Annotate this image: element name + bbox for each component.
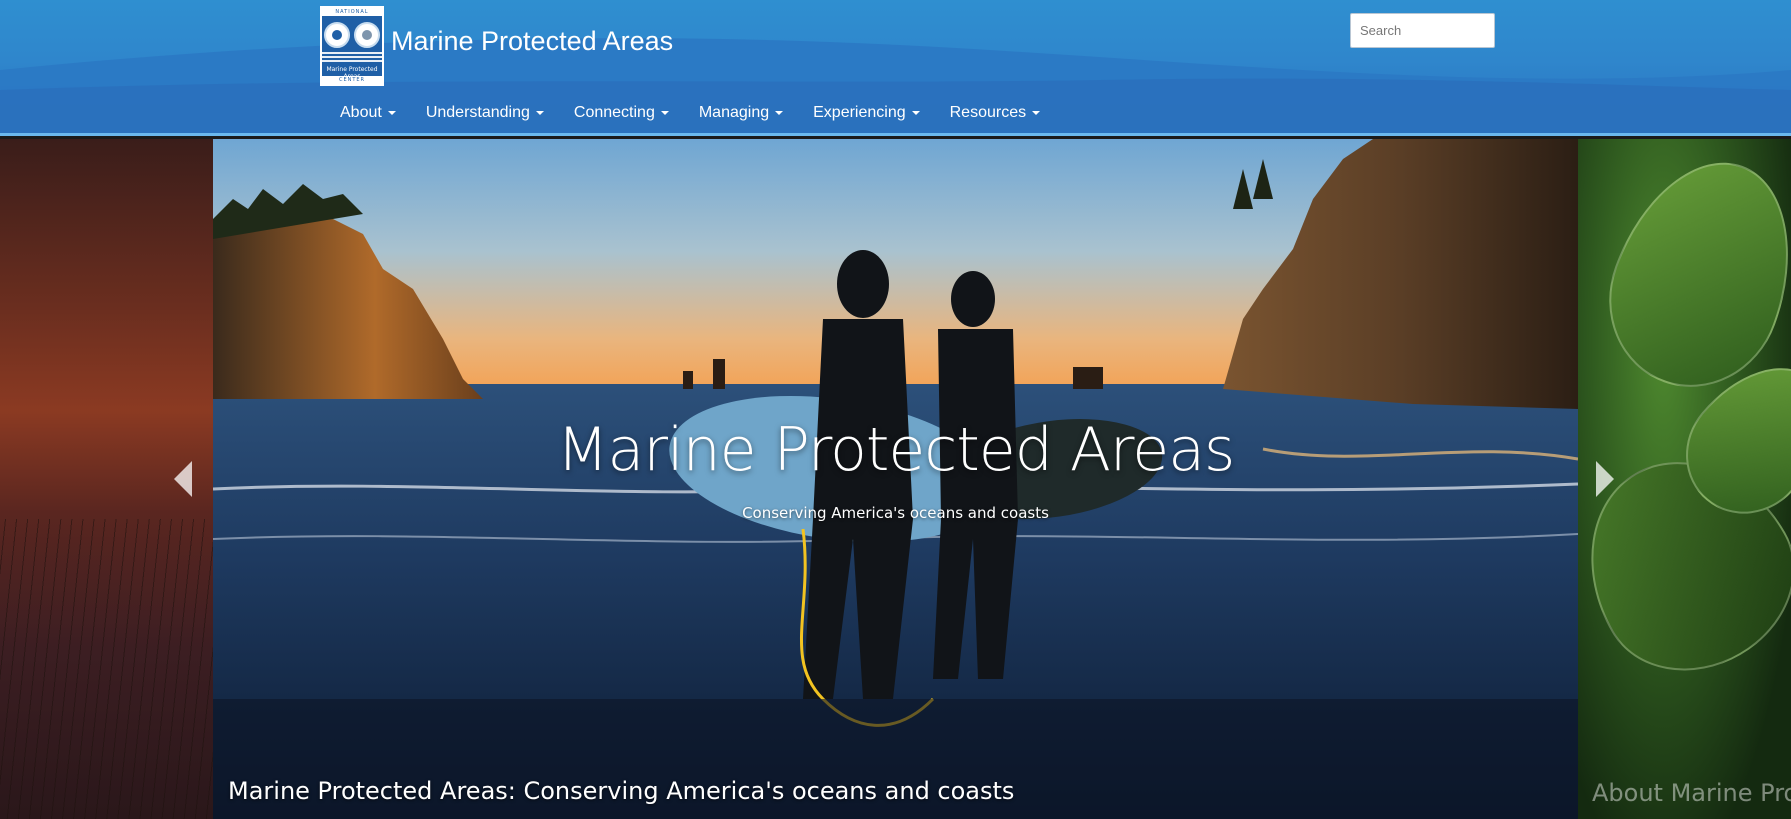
commerce-seal-icon [354,22,380,48]
hero-title: Marine Protected Areas [556,415,1235,485]
chevron-left-icon [174,461,192,497]
caret-down-icon [1032,111,1041,115]
nav-item-label: Understanding [425,104,530,121]
nav-item-label: Managing [698,104,770,121]
hero-subtitle: Conserving America's oceans and coasts [742,504,1049,522]
nav-item-connecting[interactable]: Connecting [574,104,669,122]
logo-waves-icon [322,52,382,64]
noaa-seal-icon [324,22,350,48]
nav-item-experiencing[interactable]: Experiencing [813,104,920,122]
caret-down-icon [911,111,920,115]
nav-item-resources[interactable]: Resources [949,104,1041,122]
caret-down-icon [775,111,784,115]
marsh-reeds-decoration [0,519,213,819]
logo-bottom-text: CENTER [322,76,382,84]
logo-top-text: NATIONAL [322,8,382,16]
nav-item-label: Resources [949,104,1027,121]
nav-item-about[interactable]: About [340,104,396,122]
nav-item-label: Connecting [573,104,655,121]
header-bottom-rule [0,133,1791,136]
search-input[interactable] [1350,13,1495,48]
nav-item-managing[interactable]: Managing [698,104,784,122]
slide-caption[interactable]: Marine Protected Areas: Conserving Ameri… [228,777,1014,805]
nav-item-understanding[interactable]: Understanding [426,104,544,122]
noaa-mpa-logo[interactable]: NATIONAL Marine Protected Areas CENTER [320,6,384,86]
next-slide-caption[interactable]: About Marine Pro [1592,779,1791,807]
caret-down-icon [535,111,544,115]
hero-carousel: Marine Protected Areas Conserving Americ… [0,139,1791,819]
nav-item-label: Experiencing [813,104,906,121]
caret-down-icon [387,111,396,115]
chevron-right-icon [1596,461,1614,497]
caret-down-icon [660,111,669,115]
active-slide-surfers-image: Marine Protected Areas Conserving Americ… [213,139,1578,819]
carousel-next-button[interactable] [1585,449,1625,509]
carousel-prev-button[interactable] [163,449,203,509]
nav-item-label: About [340,104,382,121]
site-title[interactable]: Marine Protected Areas [391,26,673,57]
logo-body: NATIONAL Marine Protected Areas CENTER [322,8,382,84]
main-nav: About Understanding Connecting Managing … [340,104,1070,122]
site-header: NATIONAL Marine Protected Areas CENTER M… [0,0,1791,136]
